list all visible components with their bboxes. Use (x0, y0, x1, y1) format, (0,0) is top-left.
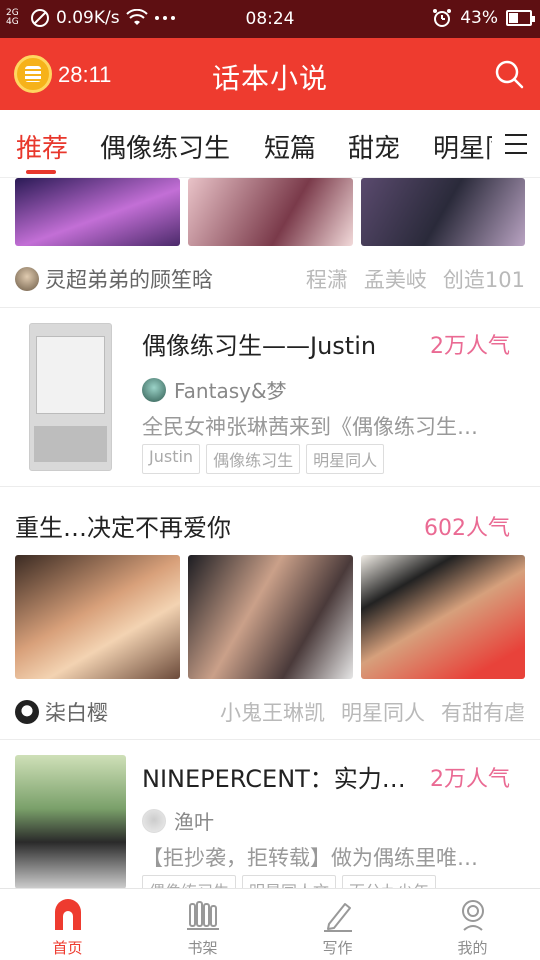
nav-label: 首页 (52, 939, 83, 957)
tag[interactable]: 小鬼王琳凯 (220, 697, 325, 727)
cover-image (15, 178, 180, 246)
feed-list[interactable]: 灵超弟弟的顾笙晗 程潇 孟美岐 创造101 偶像练习生——Justin 2万人气… (0, 178, 540, 888)
nav-write[interactable]: 写作 (270, 889, 405, 960)
popularity: 2万人气 (430, 334, 510, 359)
author-avatar (15, 267, 39, 291)
tag[interactable]: 孟美岐 (364, 264, 427, 294)
card-meta: 柒白樱 小鬼王琳凯 明星同人 有甜有虐 (15, 697, 525, 727)
home-icon (54, 899, 81, 930)
card-author: Fantasy&梦 (142, 375, 287, 404)
author-avatar (15, 700, 39, 724)
tag[interactable]: 有甜有虐 (441, 697, 525, 727)
profile-icon (461, 900, 484, 931)
battery-percent: 43% (460, 8, 498, 28)
nav-bookshelf[interactable]: 书架 (135, 889, 270, 960)
search-icon[interactable] (494, 59, 524, 89)
nav-label: 书架 (187, 939, 218, 957)
chip[interactable]: 偶像练习生 (142, 875, 237, 888)
chip[interactable]: 明星同人 (306, 444, 385, 474)
nav-profile[interactable]: 我的 (405, 889, 540, 960)
chip[interactable]: 偶像练习生 (206, 444, 301, 474)
chip[interactable]: 百分九少年 (342, 875, 437, 888)
battery-level (509, 13, 519, 23)
card-title[interactable]: 重生…决定不再爱你 (15, 508, 395, 543)
author-name: Fantasy&梦 (174, 379, 287, 403)
card-description: 全民女神张琳茜来到《偶像练习生… (142, 415, 478, 439)
status-bar: 2G 4G 0.09K/s 08:24 43% (0, 0, 540, 38)
nav-label: 写作 (322, 939, 353, 957)
tab-idol-producer[interactable]: 偶像练习生 (100, 128, 230, 165)
author-avatar (142, 377, 166, 402)
tag-list: 程潇 孟美岐 创造101 (306, 264, 525, 294)
cover-image (361, 555, 525, 679)
alarm-icon (433, 9, 452, 27)
divider (0, 307, 540, 308)
battery-icon (506, 10, 535, 26)
tag[interactable]: 创造101 (443, 264, 525, 294)
app-header: 28:11 话本小说 (0, 38, 540, 110)
divider (0, 486, 540, 487)
popularity: 2万人气 (430, 767, 510, 792)
tab-sweet[interactable]: 甜宠 (348, 128, 400, 165)
status-right: 43% (432, 8, 535, 28)
author-name: 柒白樱 (45, 701, 108, 725)
card-meta: 灵超弟弟的顾笙晗 程潇 孟美岐 创造101 (15, 264, 525, 294)
divider (0, 739, 540, 740)
pen-icon (323, 903, 352, 932)
card-title[interactable]: NINEPERCENT：实力… (142, 759, 417, 794)
cover-image (29, 323, 112, 471)
chip-list: 偶像练习生 明星同人文 百分九少年 (142, 875, 437, 888)
tag[interactable]: 程潇 (306, 264, 348, 294)
cover-image (361, 178, 525, 246)
bookshelf-icon (186, 901, 219, 930)
chip[interactable]: 明星同人文 (242, 875, 337, 888)
tag-list: 小鬼王琳凯 明星同人 有甜有虐 (220, 697, 525, 727)
card-description: 【拒抄袭，拒转载】做为偶练里唯… (142, 846, 478, 870)
cover-image (15, 555, 180, 679)
tab-short[interactable]: 短篇 (264, 128, 316, 165)
popularity: 602人气 (424, 516, 510, 541)
tag[interactable]: 明星同人 (341, 697, 425, 727)
author-name: 灵超弟弟的顾笙晗 (45, 268, 213, 292)
active-tab-indicator (26, 170, 56, 174)
nav-label: 我的 (457, 939, 488, 957)
author-name: 渔叶 (174, 810, 214, 834)
tab-recommend[interactable]: 推荐 (16, 128, 68, 165)
category-tabs: 推荐 偶像练习生 短篇 甜宠 明星同人 (0, 110, 540, 178)
chip[interactable]: Justin (142, 444, 201, 474)
nav-home[interactable]: 首页 (0, 889, 135, 960)
cover-image (15, 755, 126, 888)
card-title[interactable]: 偶像练习生——Justin (142, 326, 412, 361)
chip-list: Justin 偶像练习生 明星同人 (142, 444, 385, 474)
author-avatar (142, 808, 166, 833)
card-author: 渔叶 (142, 806, 214, 835)
app-title: 话本小说 (211, 62, 328, 95)
bottom-navigation: 首页 书架 写作 我的 (0, 888, 540, 960)
tab-menu-icon[interactable] (492, 110, 540, 177)
cover-image (188, 555, 353, 679)
cover-image (188, 178, 353, 246)
